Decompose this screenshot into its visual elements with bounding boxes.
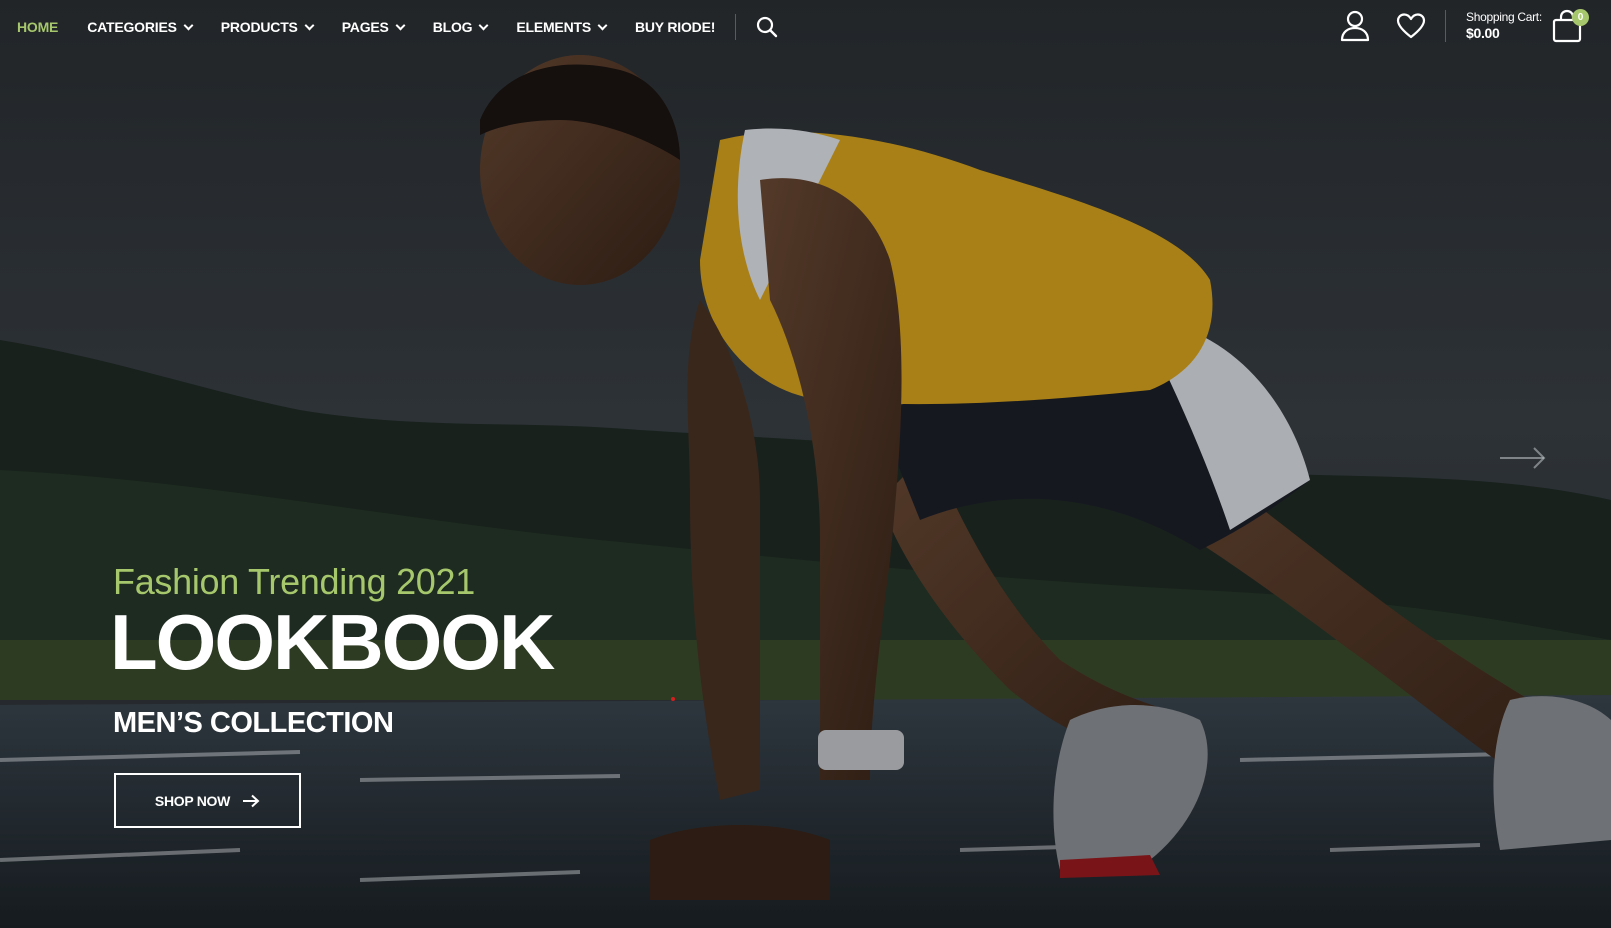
site-header: HOME CATEGORIES PRODUCTS PAGES BLOG ELEM… — [0, 0, 1611, 54]
header-tools: Shopping Cart: $0.00 0 — [1330, 0, 1611, 54]
nav-item-categories[interactable]: CATEGORIES — [87, 0, 194, 54]
nav-item-label: PRODUCTS — [220, 19, 298, 35]
nav-item-label: BLOG — [432, 19, 473, 35]
nav-item-pages[interactable]: PAGES — [341, 0, 406, 54]
chevron-down-icon — [395, 20, 406, 30]
arrow-right-icon — [1500, 447, 1546, 469]
wishlist-button[interactable] — [1396, 12, 1426, 45]
chevron-down-icon — [183, 20, 194, 30]
search-icon — [757, 16, 778, 38]
nav-item-label: CATEGORIES — [87, 19, 177, 35]
nav-item-elements[interactable]: ELEMENTS — [516, 0, 608, 54]
heart-icon — [1396, 13, 1426, 39]
hero-subhead: MEN’S COLLECTION — [113, 707, 394, 739]
nav-item-products[interactable]: PRODUCTS — [220, 0, 315, 54]
slider-next-button[interactable] — [1499, 446, 1547, 475]
nav-item-label: PAGES — [341, 19, 389, 35]
shop-now-label: SHOP NOW — [154, 792, 231, 809]
hero-eyebrow: Fashion Trending 2021 — [113, 561, 475, 602]
nav-item-label: ELEMENTS — [516, 19, 591, 35]
nav-item-home[interactable]: HOME — [17, 0, 58, 54]
nav-item-label: HOME — [17, 19, 59, 35]
main-navigation: HOME CATEGORIES PRODUCTS PAGES BLOG ELEM… — [17, 0, 778, 54]
chevron-down-icon — [597, 20, 608, 30]
nav-item-blog[interactable]: BLOG — [432, 0, 489, 54]
chevron-down-icon — [304, 20, 315, 30]
cart-count-badge: 0 — [1572, 9, 1589, 26]
search-button[interactable] — [756, 0, 778, 54]
account-button[interactable] — [1340, 10, 1370, 47]
arrow-right-icon — [243, 794, 260, 807]
cart-total: $0.00 — [1466, 25, 1500, 41]
chevron-down-icon — [478, 20, 489, 30]
shop-now-button[interactable]: SHOP NOW — [114, 773, 301, 828]
nav-item-buy-riode[interactable]: BUY RIODE! — [635, 0, 715, 54]
cart-label: Shopping Cart: — [1466, 10, 1542, 24]
nav-divider — [735, 14, 737, 40]
cart-button[interactable]: 0 — [1551, 9, 1589, 48]
user-icon — [1340, 10, 1370, 42]
nav-item-label: BUY RIODE! — [634, 19, 716, 35]
cart-summary[interactable]: Shopping Cart: $0.00 — [1466, 9, 1542, 41]
hero-headline: LOOKBOOK — [110, 598, 555, 686]
tools-divider — [1445, 10, 1446, 42]
